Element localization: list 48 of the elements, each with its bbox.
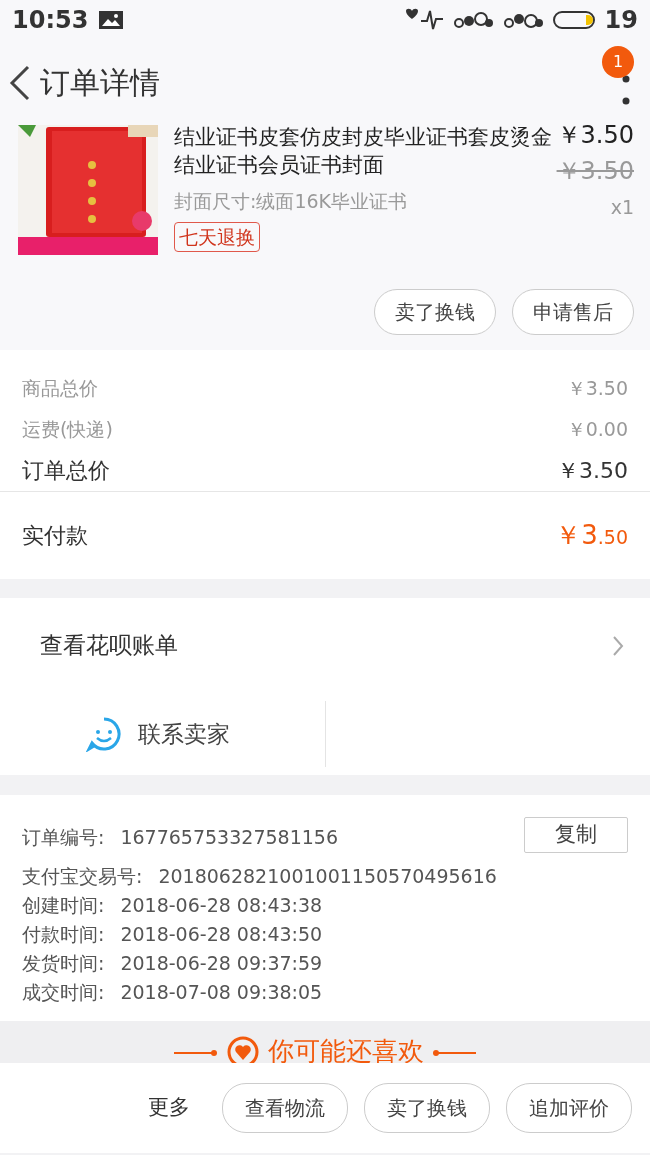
action-button[interactable]: 卖了换钱 <box>374 289 496 335</box>
page-title: 订单详情 <box>40 64 160 102</box>
info-label: 发货时间: <box>22 951 105 976</box>
info-value: 2018-07-08 09:38:05 <box>120 980 323 1005</box>
paid-amount: ￥3.50 <box>555 519 628 552</box>
quantity: x1 <box>609 195 634 220</box>
info-value: 2018062821001001150570495616 <box>158 864 497 889</box>
section-heading: 你可能还喜欢 <box>268 1035 424 1063</box>
info-label: 付款时间: <box>22 922 105 947</box>
action-button[interactable]: 追加评价 <box>506 1083 632 1133</box>
info-value: 167765753327581156 <box>120 825 338 850</box>
copy-button[interactable]: 复制 <box>524 817 628 853</box>
price-value: ￥3.50 <box>566 376 628 402</box>
product-spec: 封面尺寸:绒面16K毕业证书 <box>174 189 409 214</box>
action-button[interactable]: 卖了换钱 <box>364 1083 490 1133</box>
info-value: 2018-06-28 08:43:50 <box>120 922 323 947</box>
heart-icon <box>226 1035 260 1063</box>
price-label: 商品总价 <box>22 376 98 402</box>
notification-badge: 1 <box>602 46 634 78</box>
info-label: 订单编号: <box>22 825 105 850</box>
battery-icon <box>552 10 597 30</box>
action-button[interactable]: 申请售后 <box>512 289 634 335</box>
contact-seller-button[interactable]: 联系卖家 <box>86 716 230 752</box>
product-title: 结业证书皮套仿皮封皮毕业证书套皮烫金结业证书会员证书封面 <box>174 125 553 179</box>
price-value: ￥0.00 <box>566 417 628 443</box>
huabei-link[interactable]: 查看花呗账单 <box>40 628 178 663</box>
info-label: 成交时间: <box>22 980 105 1005</box>
more-link[interactable]: 更多 <box>148 1092 190 1124</box>
battery-percent: 19 <box>604 5 638 36</box>
info-label: 创建时间: <box>22 893 105 918</box>
back-icon[interactable] <box>8 64 32 101</box>
info-value: 2018-06-28 08:43:38 <box>120 893 323 918</box>
arrow-line-icon <box>432 1047 478 1059</box>
more-icon[interactable] <box>622 74 630 105</box>
info-value: 2018-06-28 09:37:59 <box>120 951 323 976</box>
return-policy-tag: 七天退换 <box>174 221 260 252</box>
image-icon <box>98 10 125 30</box>
price-value: ￥3.50 <box>557 457 628 485</box>
info-label: 支付宝交易号: <box>22 864 143 889</box>
arrow-line-icon <box>172 1047 218 1059</box>
action-button[interactable]: 查看物流 <box>222 1083 348 1133</box>
price-label: 运费(快递) <box>22 417 113 443</box>
chat-bubble-icon <box>86 716 122 752</box>
original-price: ￥3.50 <box>556 156 634 187</box>
price-label: 订单总价 <box>22 457 110 485</box>
paid-label: 实付款 <box>22 522 88 550</box>
product-price: ￥3.50 <box>556 125 634 151</box>
clock: 10:53 <box>12 5 89 36</box>
